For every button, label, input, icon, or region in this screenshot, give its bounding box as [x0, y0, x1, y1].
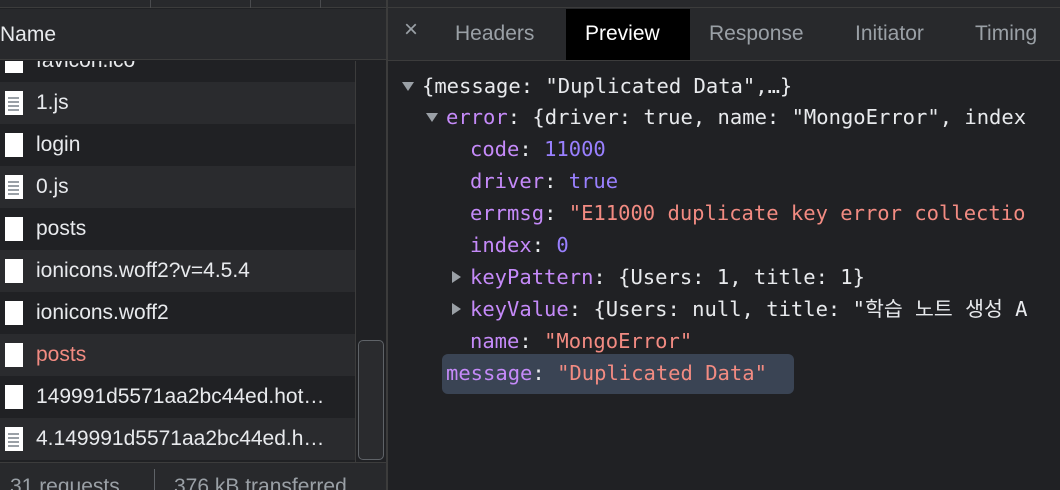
file-icon — [5, 133, 23, 157]
json-errmsg-line[interactable]: errmsg: "E11000 duplicate key error coll… — [470, 198, 1025, 228]
json-keypattern-line[interactable]: keyPattern: {Users: 1, title: 1} — [452, 262, 865, 292]
file-icon — [5, 343, 23, 367]
json-object-summary: {Users: 1, title: 1} — [618, 265, 865, 289]
request-count: 31 requests — [10, 475, 120, 490]
name-column-title: Name — [0, 23, 57, 46]
expand-caret-icon[interactable] — [426, 113, 438, 122]
json-key: keyPattern — [470, 265, 594, 289]
request-name: 0.js — [36, 175, 69, 198]
request-name: ionicons.woff2 — [36, 301, 169, 324]
json-keyvalue-line[interactable]: keyValue: {Users: null, title: "학습 노트 생성… — [452, 294, 1028, 324]
tab-timing[interactable]: Timing — [961, 9, 1060, 60]
file-icon — [5, 385, 23, 409]
json-message-line[interactable]: message: "Duplicated Data" — [446, 358, 767, 388]
status-bar: 31 requests 376 kB transferred — [0, 462, 386, 490]
json-string: "MongoError" — [544, 329, 693, 353]
json-number: 11000 — [544, 137, 606, 161]
detail-tab-bar: × Headers Preview Response Initiator Tim… — [388, 0, 1060, 61]
expand-caret-icon[interactable] — [402, 82, 414, 91]
request-name: login — [36, 133, 81, 156]
file-icon — [5, 217, 23, 241]
json-code-line[interactable]: code: 11000 — [470, 134, 606, 164]
status-divider — [154, 469, 155, 490]
json-key: error — [446, 105, 508, 129]
json-key: keyValue — [470, 297, 569, 321]
request-detail-pane: × Headers Preview Response Initiator Tim… — [388, 0, 1060, 490]
request-name: posts — [36, 343, 87, 366]
script-file-icon — [5, 91, 23, 115]
json-key: message — [446, 361, 533, 385]
request-name: favicon.ico — [36, 61, 135, 73]
json-string: "E11000 duplicate key error collectio — [568, 201, 1026, 225]
request-list-pane: Name favicon.ico 1.js login 0.js posts i… — [0, 0, 386, 490]
json-string: "Duplicated Data" — [557, 361, 767, 385]
request-name: 149991d5571aa2bc44ed.hot… — [36, 385, 325, 408]
json-key: driver — [470, 169, 545, 193]
json-number: 0 — [556, 233, 569, 257]
json-key: errmsg — [470, 201, 545, 225]
request-name: 1.js — [36, 91, 69, 114]
scrollbar-thumb[interactable] — [358, 340, 384, 460]
file-icon — [5, 61, 23, 73]
tab-initiator[interactable]: Initiator — [841, 9, 953, 60]
close-icon[interactable]: × — [404, 18, 418, 42]
request-list-scrollbar[interactable] — [355, 61, 386, 462]
json-index-line[interactable]: index: 0 — [470, 230, 569, 260]
json-error-line[interactable]: error: {driver: true, name: "MongoError"… — [426, 102, 1026, 132]
request-row[interactable]: 1.js — [0, 82, 355, 124]
json-key: code — [470, 137, 520, 161]
request-row[interactable]: posts — [0, 208, 355, 250]
toolbar-strip — [0, 0, 386, 8]
json-key: index — [470, 233, 532, 257]
request-row[interactable]: 0.js — [0, 166, 355, 208]
json-root-line[interactable]: {message: "Duplicated Data",…} — [402, 71, 792, 101]
json-name-line[interactable]: name: "MongoError" — [470, 326, 692, 356]
script-file-icon — [5, 427, 23, 451]
tab-headers[interactable]: Headers — [441, 9, 561, 60]
tab-preview[interactable]: Preview — [566, 9, 690, 60]
json-object-summary: {Users: null, title: "학습 노트 생성 A — [593, 297, 1028, 321]
request-row[interactable]: login — [0, 124, 355, 166]
json-preview: {message: "Duplicated Data",…} error: {d… — [388, 62, 1060, 490]
request-name: 4.149991d5571aa2bc44ed.h… — [36, 427, 325, 450]
name-column-header[interactable]: Name — [0, 9, 386, 60]
json-driver-line[interactable]: driver: true — [470, 166, 618, 196]
transferred-size: 376 kB transferred — [174, 475, 347, 490]
json-root-summary: {message: "Duplicated Data",…} — [422, 74, 793, 98]
request-row-selected[interactable]: posts — [0, 334, 355, 376]
expand-caret-icon[interactable] — [452, 271, 461, 283]
file-icon — [5, 259, 23, 283]
json-error-summary: {driver: true, name: "MongoError", index — [532, 105, 1027, 129]
request-row[interactable]: 149991d5571aa2bc44ed.hot… — [0, 376, 355, 418]
script-file-icon — [5, 175, 23, 199]
json-key: name — [470, 329, 520, 353]
request-row[interactable]: ionicons.woff2?v=4.5.4 — [0, 250, 355, 292]
tab-response[interactable]: Response — [695, 9, 831, 60]
request-row[interactable]: favicon.ico — [0, 61, 355, 82]
request-row[interactable]: ionicons.woff2 — [0, 292, 355, 334]
request-name: posts — [36, 217, 87, 240]
request-row[interactable]: 4.149991d5571aa2bc44ed.h… — [0, 418, 355, 460]
expand-caret-icon[interactable] — [452, 303, 461, 315]
toolbar-strip — [388, 0, 1060, 8]
json-boolean: true — [568, 169, 619, 193]
request-name: ionicons.woff2?v=4.5.4 — [36, 259, 250, 282]
file-icon — [5, 301, 23, 325]
request-rows: favicon.ico 1.js login 0.js posts ionico… — [0, 61, 355, 462]
